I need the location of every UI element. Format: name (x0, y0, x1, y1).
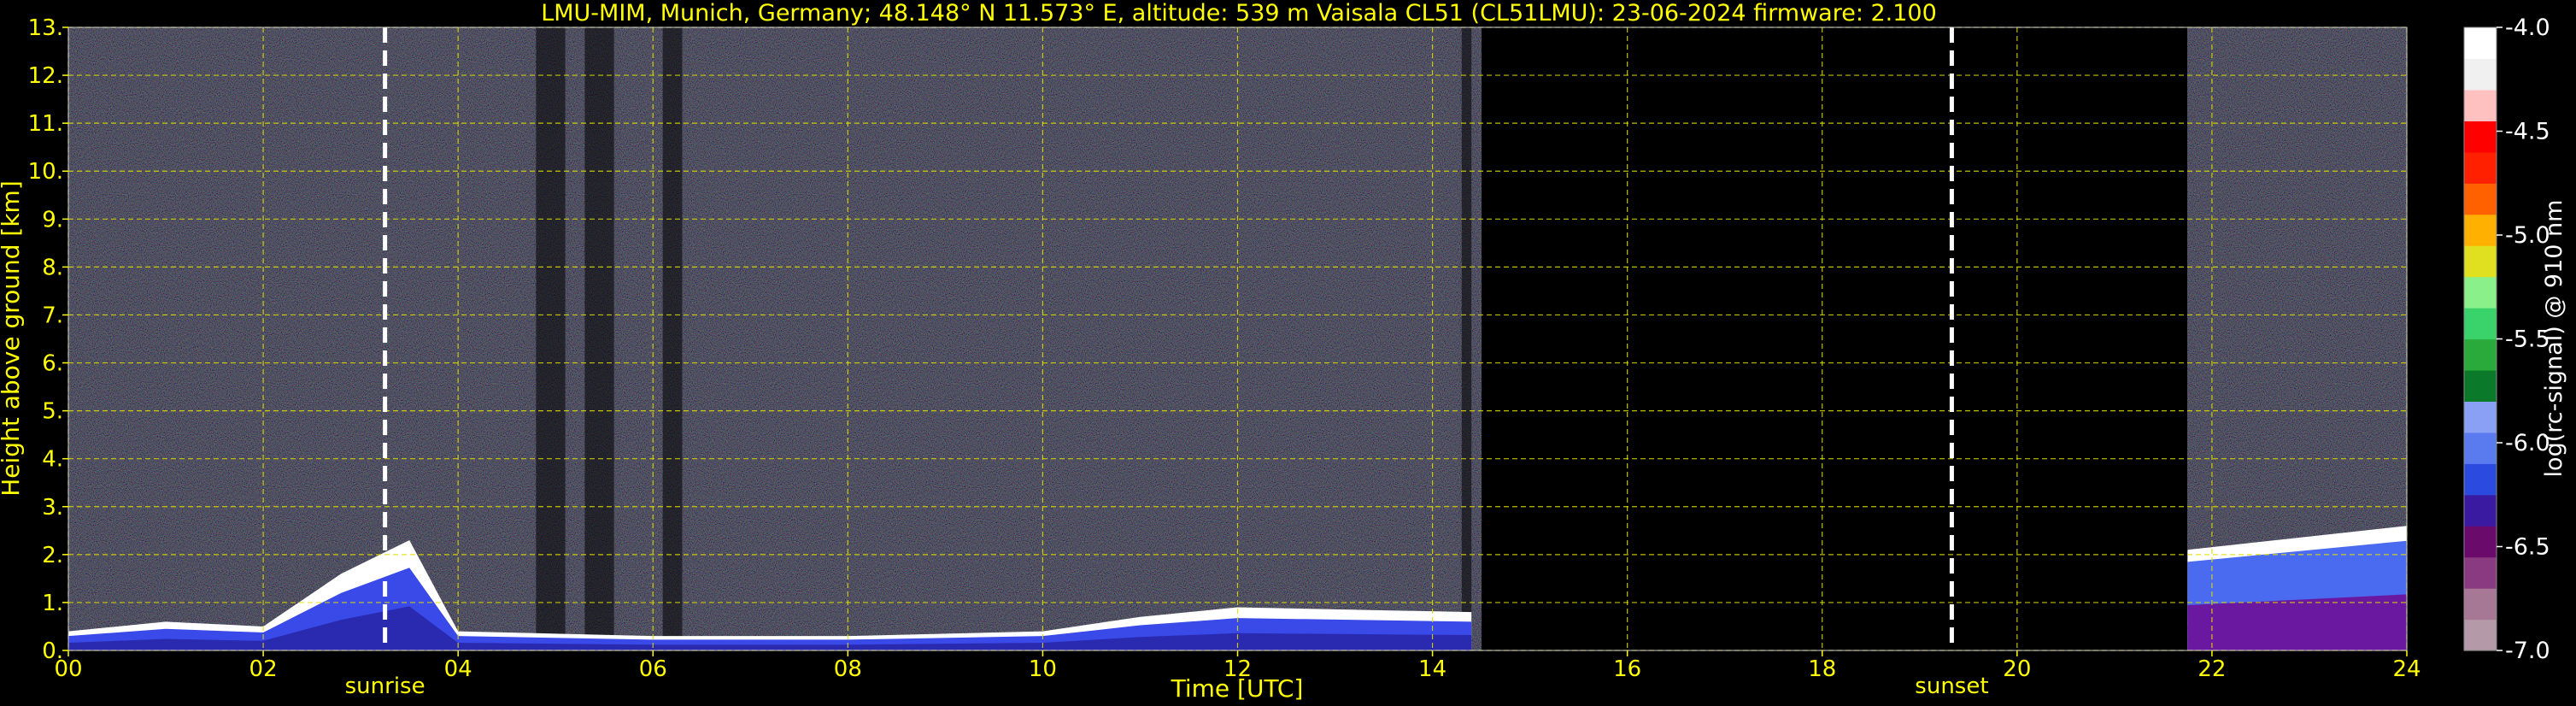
x-tick-label: 14 (1418, 656, 1446, 682)
colorbar: -4.0-4.5-5.0-5.5-6.0-6.5-7.0 (2463, 15, 2550, 664)
y-tick-label: 2. (42, 543, 63, 568)
x-tick-label: 08 (834, 656, 862, 682)
colorbar-swatch (2464, 494, 2497, 527)
colorbar-swatch (2464, 588, 2497, 621)
colorbar-tick-label: -7.0 (2505, 638, 2550, 664)
y-tick-label: 8. (42, 255, 63, 280)
colorbar-swatch (2464, 58, 2497, 91)
y-tick-label: 11. (28, 111, 63, 137)
noise-region-day (68, 27, 1482, 650)
colorbar-swatch (2464, 526, 2497, 558)
low-signal-streak (662, 27, 683, 650)
y-tick-label: 7. (42, 303, 63, 328)
y-tick-label: 13. (28, 15, 63, 41)
colorbar-swatch (2464, 463, 2497, 496)
y-tick-label: 3. (42, 495, 63, 521)
x-axis-label: Time [UTC] (1171, 674, 1304, 703)
low-signal-streak (1461, 27, 1472, 650)
y-tick-label: 0. (42, 638, 63, 664)
x-tick-label: 18 (1808, 656, 1836, 682)
x-tick-label: 06 (639, 656, 667, 682)
colorbar-swatch (2464, 556, 2497, 589)
low-signal-streak (584, 27, 614, 650)
colorbar-swatch (2464, 245, 2497, 278)
colorbar-swatch (2464, 401, 2497, 433)
y-axis-label: Height above ground [km] (0, 180, 25, 497)
x-tick-label: 22 (2198, 656, 2226, 682)
colorbar-swatch (2464, 338, 2497, 371)
colorbar-tick-label: -6.5 (2505, 534, 2550, 561)
y-tick-label: 9. (42, 207, 63, 232)
colorbar-swatch (2464, 151, 2497, 184)
x-tick-label: 24 (2392, 656, 2421, 682)
x-tick-label: 04 (444, 656, 472, 682)
colorbar-swatch (2464, 89, 2497, 121)
y-tick-label: 12. (28, 63, 63, 89)
colorbar-tick-label: -4.0 (2505, 15, 2550, 41)
colorbar-label: log(rc-signal) @ 910 nm (2541, 200, 2567, 478)
y-tick-label: 10. (28, 159, 63, 185)
colorbar-swatch (2464, 276, 2497, 309)
colorbar-swatch (2464, 183, 2497, 215)
colorbar-swatch (2464, 369, 2497, 402)
low-signal-streak (536, 27, 566, 650)
y-tick-label: 1. (42, 591, 63, 616)
sunrise-label: sunrise (345, 674, 425, 699)
colorbar-swatch (2464, 121, 2497, 153)
x-tick-label: 10 (1029, 656, 1057, 682)
x-tick-label: 02 (249, 656, 278, 682)
sunset-label: sunset (1915, 674, 1988, 699)
ceilometer-chart: sunrise sunset 00 02 04 06 08 10 12 14 16 18 20 22 24… (0, 0, 2567, 703)
y-tick-label: 4. (42, 447, 63, 473)
colorbar-swatch (2464, 308, 2497, 340)
chart-title: LMU-MIM, Munich, Germany; 48.148° N 11.5… (541, 0, 1937, 26)
colorbar-swatch (2464, 27, 2497, 60)
y-tick-label: 6. (42, 351, 63, 377)
x-tick-label: 16 (1613, 656, 1641, 682)
y-tick-label: 5. (42, 399, 63, 425)
x-tick-label: 20 (2003, 656, 2031, 682)
colorbar-tick-label: -4.5 (2505, 119, 2550, 145)
colorbar-swatch (2464, 432, 2497, 464)
colorbar-swatch (2464, 619, 2497, 651)
colorbar-swatch (2464, 214, 2497, 246)
